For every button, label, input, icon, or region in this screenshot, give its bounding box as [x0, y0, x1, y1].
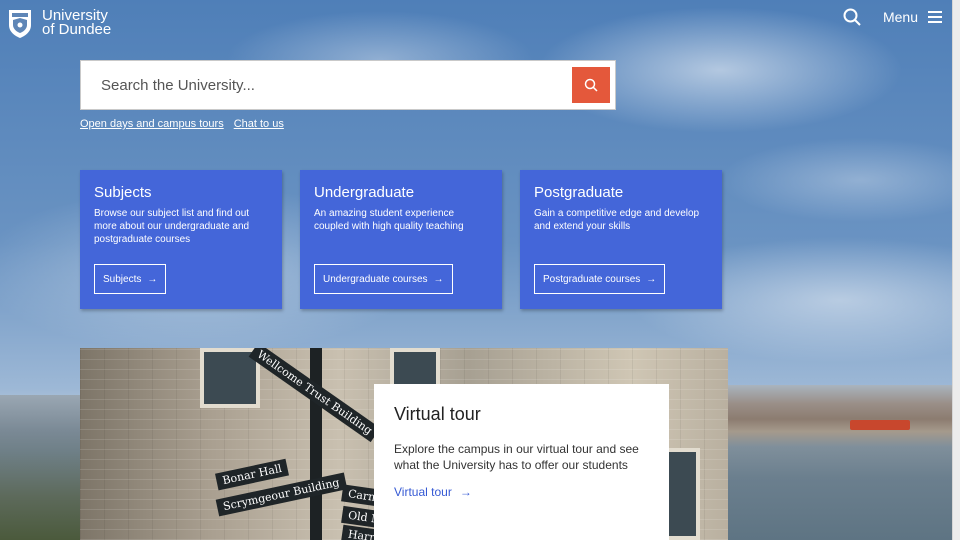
search-icon[interactable]: [843, 8, 861, 26]
virtual-tour-card: Virtual tour Explore the campus in our v…: [374, 384, 669, 540]
card-undergraduate: Undergraduate An amazing student experie…: [300, 170, 502, 309]
background-ship: [850, 420, 910, 430]
menu-label: Menu: [882, 9, 918, 25]
virtual-tour-description: Explore the campus in our virtual tour a…: [394, 442, 639, 472]
search-submit-button[interactable]: [572, 67, 610, 103]
card-description: Gain a competitive edge and develop and …: [534, 208, 700, 232]
subjects-button[interactable]: Subjects →: [94, 264, 167, 294]
quick-links: Open days and campus tours Chat to us: [80, 118, 284, 130]
background-city-right: [728, 385, 952, 540]
page-scrollbar[interactable]: [952, 0, 960, 540]
virtual-tour-title: Virtual tour: [394, 404, 481, 424]
header-actions: Menu: [843, 8, 942, 26]
virtual-tour-link[interactable]: Virtual tour →: [394, 485, 649, 499]
search-box: [80, 60, 616, 110]
signpost: [310, 348, 322, 540]
open-days-link[interactable]: Open days and campus tours: [80, 118, 224, 130]
arrow-right-icon: →: [147, 273, 158, 285]
button-label: Subjects: [103, 273, 142, 285]
card-title: Undergraduate: [314, 184, 415, 201]
link-label: Virtual tour: [394, 485, 452, 499]
arrow-right-icon: →: [433, 273, 444, 285]
chat-to-us-link[interactable]: Chat to us: [234, 118, 284, 130]
card-subjects: Subjects Browse our subject list and fin…: [80, 170, 282, 309]
undergraduate-courses-button[interactable]: Undergraduate courses →: [314, 264, 453, 294]
button-label: Undergraduate courses: [323, 273, 428, 285]
arrow-right-icon: →: [646, 273, 657, 285]
university-logo[interactable]: University of Dundee: [8, 8, 111, 38]
hamburger-icon: [928, 11, 942, 23]
card-title: Postgraduate: [534, 184, 624, 201]
card-description: Browse our subject list and find out mor…: [94, 208, 250, 245]
search-icon: [584, 78, 598, 92]
search-input[interactable]: [101, 61, 571, 109]
arrow-right-icon: →: [459, 485, 472, 499]
card-postgraduate: Postgraduate Gain a competitive edge and…: [520, 170, 722, 309]
logo-text: University of Dundee: [42, 8, 112, 38]
postgraduate-courses-button[interactable]: Postgraduate courses →: [534, 264, 666, 294]
card-description: An amazing student experience coupled wi…: [314, 208, 464, 232]
university-crest-icon: [9, 10, 31, 38]
background-shore-left: [0, 395, 80, 540]
logo-line2: of Dundee: [42, 21, 112, 38]
menu-button[interactable]: Menu: [883, 9, 942, 25]
card-title: Subjects: [94, 184, 152, 201]
button-label: Postgraduate courses: [543, 273, 641, 285]
